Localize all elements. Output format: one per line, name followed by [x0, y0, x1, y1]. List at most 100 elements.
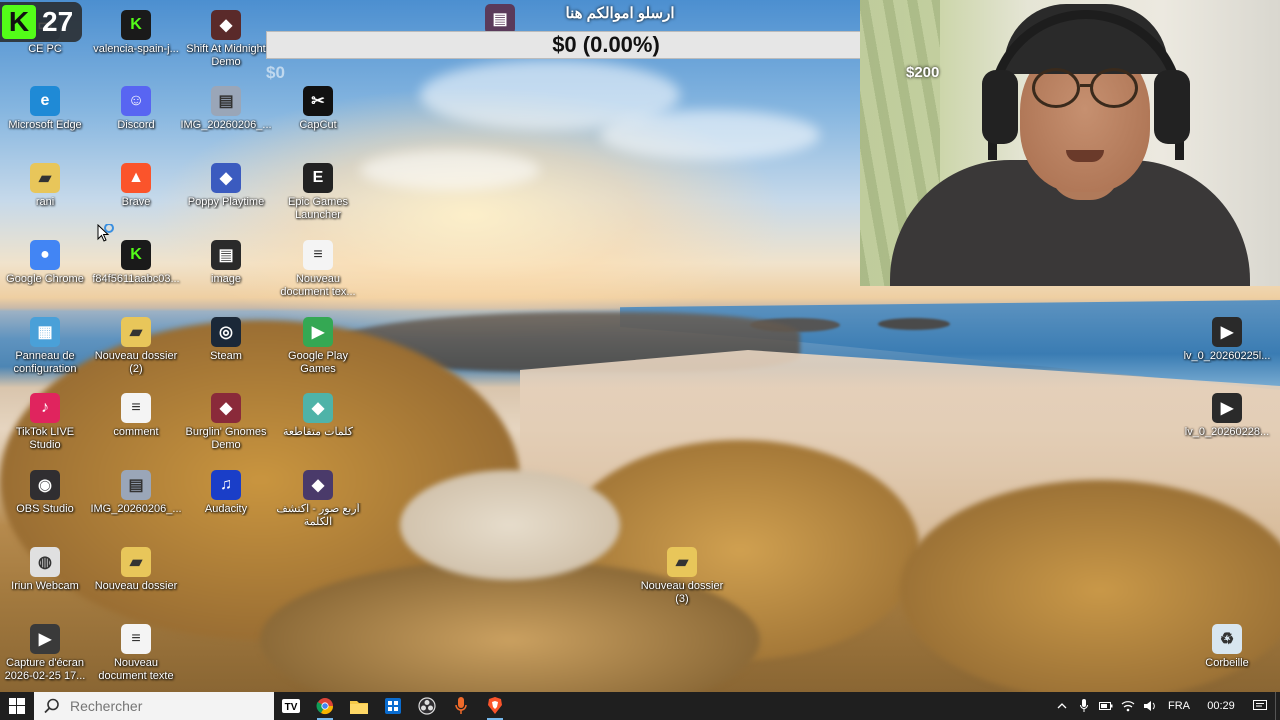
taskbar-search-box[interactable]	[34, 692, 274, 720]
mic-app-icon[interactable]	[444, 692, 478, 720]
desktop-icon[interactable]: E Epic Games Launcher	[272, 163, 364, 222]
desktop-icon[interactable]: ▦ Panneau de configuration	[0, 317, 91, 376]
desktop-icon[interactable]: ♫ Audacity	[180, 470, 272, 516]
store-icon[interactable]	[376, 692, 410, 720]
desktop-icon-label: Burglin' Gnomes Demo	[185, 426, 267, 451]
notification-icon[interactable]	[1245, 692, 1275, 720]
image-file-icon: ▤	[211, 86, 241, 116]
donation-banner-text: ارسلو اموالكم هنا	[565, 5, 675, 22]
kick-logo-icon: K	[2, 5, 36, 39]
desktop-icon[interactable]: ✂ CapCut	[272, 86, 364, 132]
control-panel-icon: ▦	[30, 317, 60, 347]
desktop-icon[interactable]: ▰ Nouveau dossier (2)	[90, 317, 182, 376]
desktop-icon[interactable]: ▰ Nouveau dossier	[90, 547, 182, 593]
windows-logo-icon	[9, 698, 25, 714]
video-file-icon: ▶	[1212, 317, 1242, 347]
desktop-icon[interactable]: ▶ lv_0_20260225l...	[1181, 317, 1273, 363]
desktop-icon-label: TikTok LIVE Studio	[15, 426, 75, 451]
desktop-icon-label: Iriun Webcam	[11, 580, 79, 592]
system-tray: FRA 00:29	[1051, 692, 1280, 720]
start-button[interactable]	[0, 692, 34, 720]
desktop-icon-label: Google Play Games	[288, 350, 348, 375]
desktop-icon[interactable]: Kvalencia-spain-j...	[90, 10, 182, 56]
image-file-icon: ▤	[121, 470, 151, 500]
desktop-icon[interactable]: ◆ Shift At Midnight Demo	[180, 10, 272, 69]
desktop-icon-label: Epic Games Launcher	[288, 196, 348, 221]
input-language[interactable]: FRA	[1161, 700, 1197, 712]
desktop-icon-label: CapCut	[299, 119, 337, 131]
desktop-icon-label: Corbeille	[1205, 657, 1249, 669]
folder-icon: ▰	[121, 317, 151, 347]
show-desktop-button[interactable]	[1275, 692, 1280, 720]
desktop-icon[interactable]: ≡ Nouveau document texte	[90, 624, 182, 683]
brave-icon[interactable]	[478, 692, 512, 720]
microphone-icon[interactable]	[1073, 692, 1095, 720]
tiktok-studio-icon[interactable]: TV	[274, 692, 308, 720]
desktop-icon[interactable]: ◆ كلمات متقاطعة	[272, 393, 364, 439]
chrome-icon: ●	[30, 240, 60, 270]
desktop-icon[interactable]: ◆ Burglin' Gnomes Demo	[180, 393, 272, 452]
desktop-icon[interactable]: ▰ Nouveau dossier (3)	[636, 547, 728, 606]
audacity-icon: ♫	[211, 470, 241, 500]
desktop-icon[interactable]: ▶ Google Play Games	[272, 317, 364, 376]
desktop-icon[interactable]: ◍ Iriun Webcam	[0, 547, 91, 593]
discord-icon: ☺	[121, 86, 151, 116]
desktop-icon[interactable]: ▰ rani	[0, 163, 91, 209]
desktop-icon-label: IMG_20260206_...	[180, 119, 272, 131]
desktop-icon[interactable]: ♪ TikTok LIVE Studio	[0, 393, 91, 452]
video-file-icon: ▶	[30, 624, 60, 654]
mouse-cursor-icon	[97, 223, 119, 251]
recycle-bin-icon: ♻	[1212, 624, 1242, 654]
desktop-icon[interactable]: ▤ IMG_20260206_...	[180, 86, 272, 132]
desktop-icon-label: أربع صور - اكتشف الكلمة	[276, 503, 360, 528]
desktop-icon[interactable]: ▶ lv_0_20260228...	[1181, 393, 1273, 439]
file-explorer-icon[interactable]	[342, 692, 376, 720]
desktop-icon[interactable]: ≡ Nouveau document tex...	[272, 240, 364, 299]
desktop-icon[interactable]: ♻ Corbeille	[1181, 624, 1273, 670]
desktop-icon-label: Microsoft Edge	[8, 119, 82, 131]
obs-icon[interactable]	[410, 692, 444, 720]
desktop-icon[interactable]: ▲ Brave	[90, 163, 182, 209]
donation-goal-value: $0 (0.00%)	[552, 32, 660, 57]
webcam-icon: ◍	[30, 547, 60, 577]
clock[interactable]: 00:29	[1197, 700, 1245, 712]
desktop-icon-label: lv_0_20260225l...	[1183, 350, 1271, 362]
desktop-icon[interactable]: ▤ IMG_20260206_...	[90, 470, 182, 516]
search-input[interactable]	[70, 698, 250, 714]
desktop-icon-label: Capture d'écran 2026-02-25 17...	[4, 657, 86, 682]
desktop-icon-label: comment	[113, 426, 159, 438]
game-icon: ◆	[211, 163, 241, 193]
viewer-count: 27	[42, 6, 74, 37]
desktop-icon-label: Shift At Midnight Demo	[186, 43, 266, 68]
desktop-icon[interactable]: ● Google Chrome	[0, 240, 91, 286]
desktop-icon[interactable]: ◆ أربع صور - اكتشف الكلمة	[272, 470, 364, 529]
chrome-icon[interactable]	[308, 692, 342, 720]
obs-icon: ◉	[30, 470, 60, 500]
desktop-icon[interactable]: ◆ Poppy Playtime	[180, 163, 272, 209]
desktop-icon-label: rani	[35, 196, 55, 208]
desktop-icon-label: Nouveau document tex...	[280, 273, 356, 298]
game-icon: ◆	[211, 10, 241, 40]
volume-icon[interactable]	[1139, 692, 1161, 720]
desktop-icon-label: f84f5611aabc03...	[92, 273, 180, 285]
desktop-icon[interactable]: ▤ image	[180, 240, 272, 286]
play-games-icon: ▶	[303, 317, 333, 347]
game-icon: ◆	[303, 393, 333, 423]
desktop-icon[interactable]: e Microsoft Edge	[0, 86, 91, 132]
text-file-icon: ≡	[121, 624, 151, 654]
battery-icon[interactable]	[1095, 692, 1117, 720]
desktop-icon-label: كلمات متقاطعة	[282, 426, 354, 438]
desktop-icon[interactable]: ☺ Discord	[90, 86, 182, 132]
desktop-icon[interactable]: ◎ Steam	[180, 317, 272, 363]
game-icon: ◆	[303, 470, 333, 500]
desktop-icon-label: Brave	[121, 196, 151, 208]
desktop-icon[interactable]: ◉ OBS Studio	[0, 470, 91, 516]
desktop-icon[interactable]: ▶ Capture d'écran 2026-02-25 17...	[0, 624, 91, 683]
chevron-up-icon[interactable]	[1051, 692, 1073, 720]
goal-start-label: $0	[266, 63, 285, 82]
wifi-icon[interactable]	[1117, 692, 1139, 720]
webcam-overlay: $200	[860, 0, 1280, 286]
desktop-icon-label: Poppy Playtime	[187, 196, 265, 208]
desktop-icon[interactable]: ≡ comment	[90, 393, 182, 439]
desktop-icon-label: Nouveau document texte	[98, 657, 174, 682]
